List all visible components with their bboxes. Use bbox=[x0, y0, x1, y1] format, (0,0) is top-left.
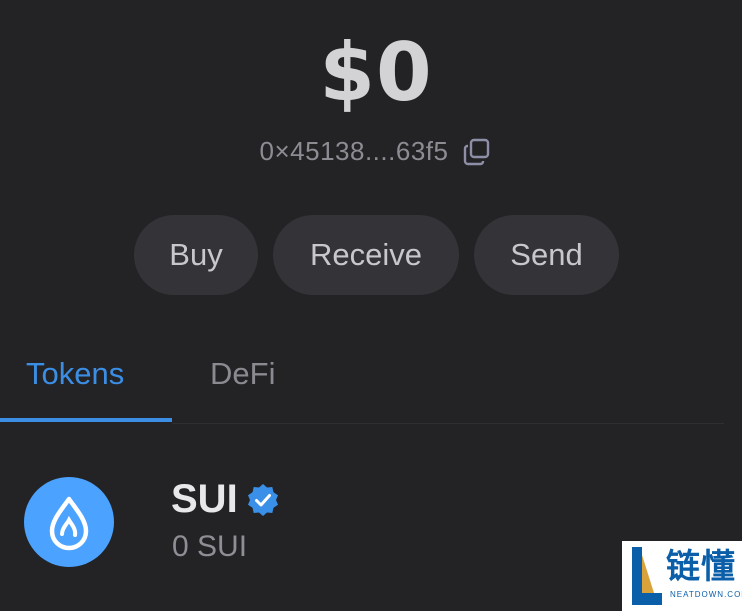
token-balance: 0 SUI bbox=[172, 530, 248, 563]
watermark-text-en: NEATDOWN.COM bbox=[670, 590, 742, 599]
active-tab-indicator bbox=[0, 418, 172, 422]
verified-badge-icon bbox=[246, 483, 280, 517]
tab-divider bbox=[172, 423, 724, 424]
action-buttons: Buy Receive Send bbox=[134, 215, 619, 295]
buy-button[interactable]: Buy bbox=[134, 215, 258, 295]
receive-button[interactable]: Receive bbox=[273, 215, 459, 295]
total-balance: $0 bbox=[319, 26, 433, 119]
tab-bar: Tokens DeFi bbox=[0, 340, 742, 424]
sui-droplet-icon bbox=[24, 477, 114, 567]
token-symbol: SUI bbox=[171, 477, 238, 521]
watermark-l-icon bbox=[628, 545, 664, 611]
wallet-screen: $0 0×45138....63f5 Buy Receive Send Toke… bbox=[0, 0, 742, 611]
send-button[interactable]: Send bbox=[474, 215, 619, 295]
copy-icon[interactable] bbox=[462, 137, 492, 167]
tab-tokens[interactable]: Tokens bbox=[26, 356, 124, 392]
watermark-text-cn: 链懂 bbox=[666, 547, 736, 587]
wallet-address: 0×45138....63f5 bbox=[259, 136, 449, 166]
watermark-logo: 链懂 NEATDOWN.COM bbox=[622, 541, 742, 611]
token-row-sui[interactable]: SUI 0 SUI bbox=[22, 475, 622, 570]
address-row: 0×45138....63f5 bbox=[0, 136, 742, 167]
tab-defi[interactable]: DeFi bbox=[210, 356, 275, 392]
